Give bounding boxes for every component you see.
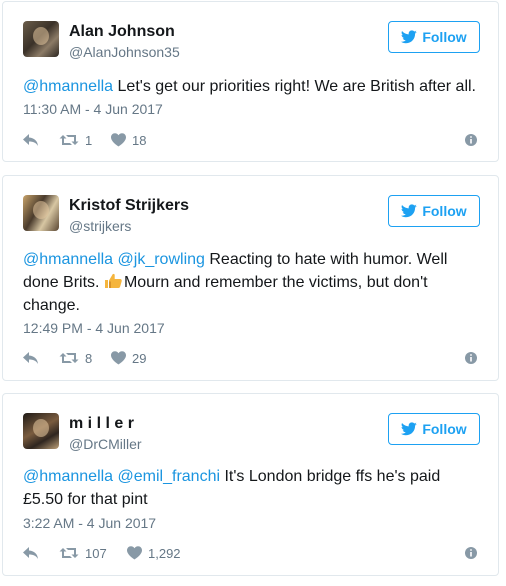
bird-icon [401,30,418,44]
avatar[interactable] [23,413,59,449]
reply-button[interactable] [23,130,39,150]
reply-button[interactable] [23,348,39,368]
retweet-button[interactable]: 107 [59,543,107,563]
like-count: 18 [132,132,147,148]
author-handle[interactable]: @AlanJohnson35 [69,44,180,60]
tweet-text: @hmannella @emil_franchi It's London bri… [23,465,478,511]
follow-label: Follow [422,203,467,219]
tweet-card: Alan Johnson @AlanJohnson35 Follow @hman… [2,1,499,162]
tweet-card: m i l l e r @DrCMiller Follow @hmannella… [2,393,499,576]
author-name[interactable]: Alan Johnson [69,23,175,41]
action-bar: 1 18 [23,130,478,150]
timestamp[interactable]: 11:30 AM - 4 Jun 2017 [23,101,163,117]
avatar[interactable] [23,21,59,57]
action-bar: 107 1,292 [23,543,478,563]
follow-button[interactable]: Follow [388,195,480,227]
mention-link[interactable]: @emil_franchi [118,468,221,485]
reply-icon [23,352,38,364]
reply-icon [23,134,38,146]
thumbs-up-emoji [104,273,122,288]
retweet-count: 107 [85,545,107,561]
info-icon[interactable] [464,133,478,147]
bird-icon [401,204,418,218]
retweet-icon [59,353,79,363]
retweet-button[interactable]: 8 [59,348,92,368]
author-handle[interactable]: @DrCMiller [69,436,142,452]
bird-icon [401,422,418,436]
like-button[interactable]: 1,292 [127,543,181,563]
mention-link[interactable]: @hmannella [23,78,113,95]
tweet-text: @hmannella @jk_rowling Reacting to hate … [23,248,478,317]
action-bar: 8 29 [23,348,478,368]
tweet-feed: Alan Johnson @AlanJohnson35 Follow @hman… [0,0,506,586]
info-icon[interactable] [464,351,478,365]
heart-icon [111,133,126,147]
tweet-body: Let's get our priorities right! We are B… [117,78,476,95]
tweet-card: Kristof Strijkers @strijkers Follow @hma… [2,175,499,381]
heart-icon [127,546,142,560]
reply-icon [23,547,38,559]
timestamp[interactable]: 12:49 PM - 4 Jun 2017 [23,320,165,336]
like-count: 1,292 [148,545,181,561]
follow-button[interactable]: Follow [388,413,480,445]
retweet-button[interactable]: 1 [59,130,92,150]
like-count: 29 [132,350,147,366]
retweet-icon [59,135,79,145]
reply-button[interactable] [23,543,39,563]
author-name[interactable]: Kristof Strijkers [69,197,189,215]
heart-icon [111,351,126,365]
retweet-count: 8 [85,350,93,366]
tweet-text: @hmannella Let's get our priorities righ… [23,75,478,98]
timestamp[interactable]: 3:22 AM - 4 Jun 2017 [23,515,156,531]
like-button[interactable]: 18 [111,130,146,150]
follow-label: Follow [422,421,467,437]
author-name[interactable]: m i l l e r [69,415,134,433]
follow-label: Follow [422,29,467,45]
avatar[interactable] [23,195,59,231]
retweet-count: 1 [85,132,93,148]
retweet-icon [59,548,79,558]
author-handle[interactable]: @strijkers [69,218,131,234]
like-button[interactable]: 29 [111,348,146,368]
info-icon[interactable] [464,546,478,560]
mention-link[interactable]: @hmannella [23,251,113,268]
mention-link[interactable]: @jk_rowling [118,251,205,268]
mention-link[interactable]: @hmannella [23,468,113,485]
follow-button[interactable]: Follow [388,21,480,53]
